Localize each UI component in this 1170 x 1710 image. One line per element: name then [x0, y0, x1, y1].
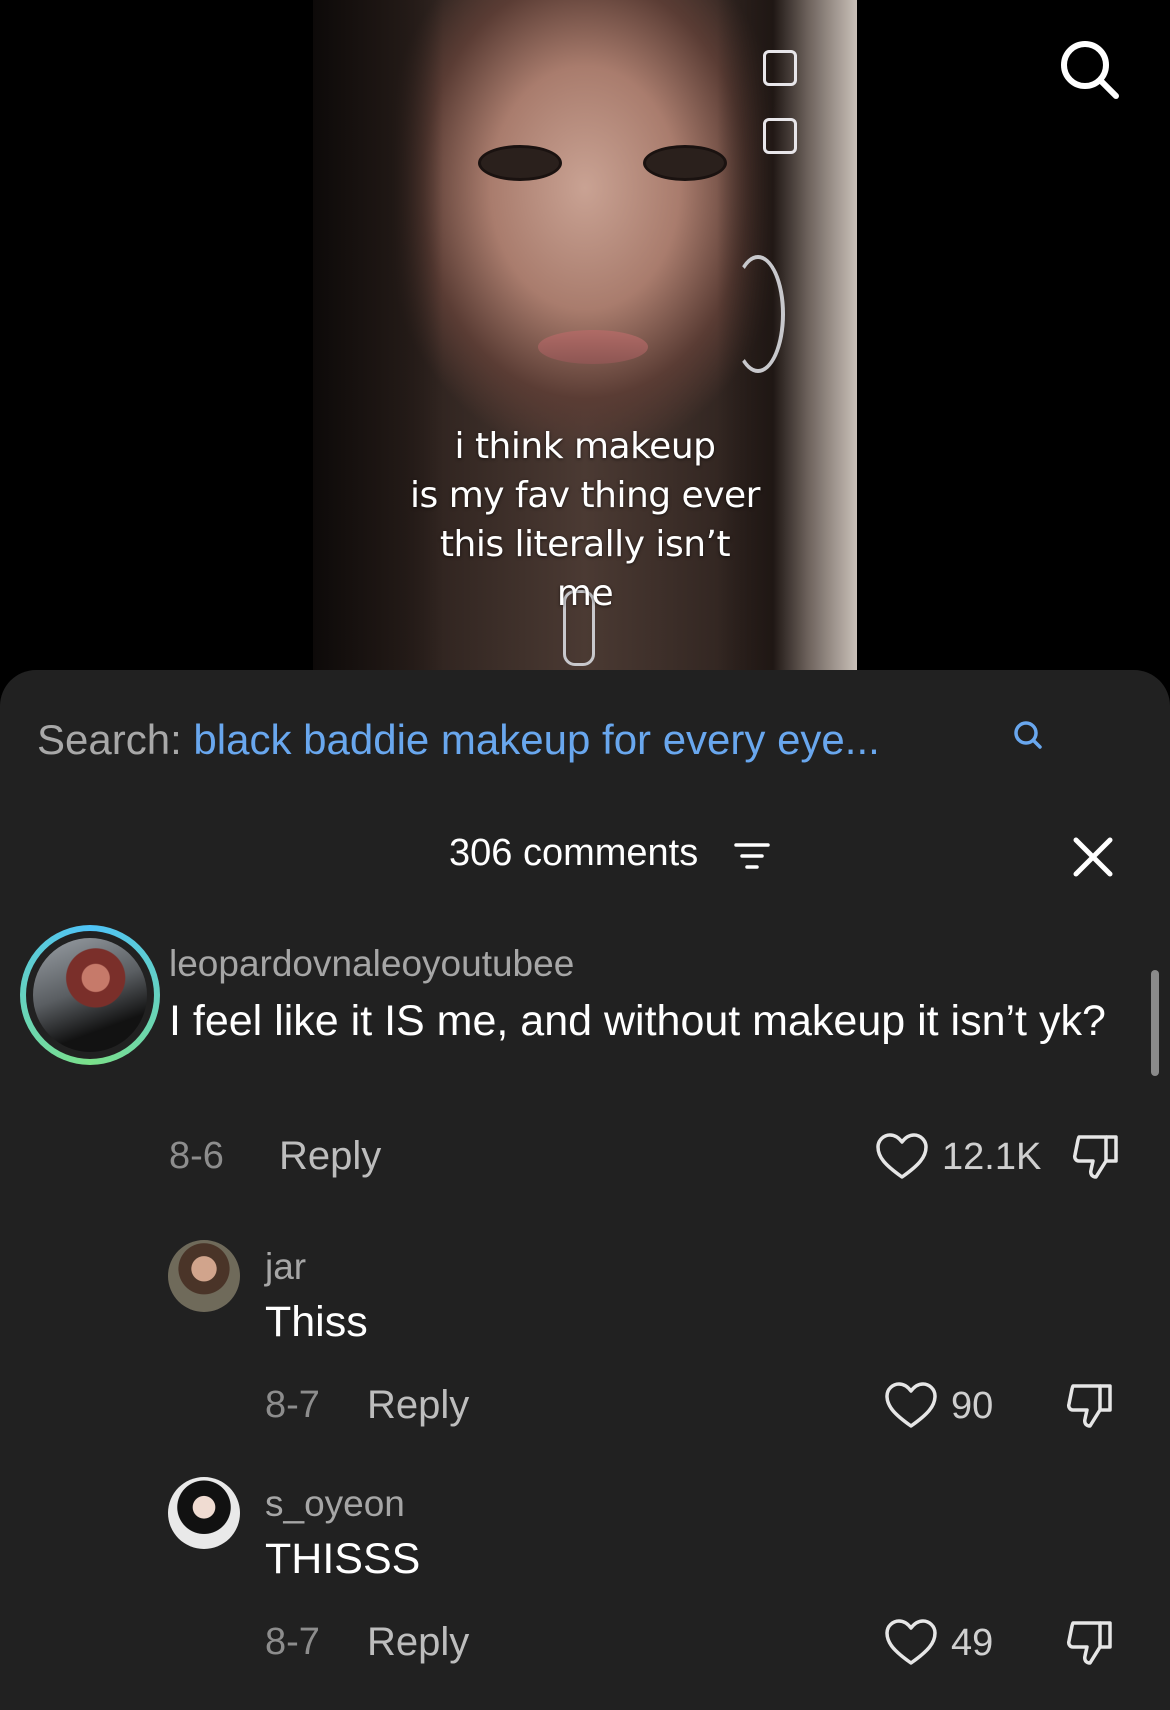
avatar[interactable]: [168, 1240, 240, 1312]
heart-icon[interactable]: [884, 1382, 938, 1430]
search-prefix: Search:: [37, 716, 182, 763]
search-query[interactable]: black baddie makeup for every eye...: [193, 716, 879, 763]
video-eye-left: [478, 145, 562, 181]
reply-button[interactable]: Reply: [367, 1383, 469, 1428]
avatar[interactable]: [168, 1477, 240, 1549]
comment-date: 8-7: [265, 1384, 320, 1426]
search-icon[interactable]: [1054, 34, 1124, 104]
heart-icon[interactable]: [884, 1619, 938, 1667]
comment-text: THISSS: [265, 1535, 421, 1583]
video-hair-clip: [763, 50, 797, 86]
caption-line: is my fav thing ever: [410, 475, 760, 516]
comment-item: leopardovnaleoyoutubee I feel like it IS…: [0, 925, 1170, 1179]
comment-text: Thiss: [265, 1298, 368, 1346]
scrollbar[interactable]: [1151, 970, 1159, 1076]
like-count: 90: [951, 1385, 994, 1427]
dislike-icon[interactable]: [1064, 1617, 1116, 1669]
sort-icon[interactable]: [734, 840, 770, 874]
comments-count: 306 comments: [449, 832, 699, 874]
caption-line: this literally isn’t: [439, 524, 731, 565]
video-earring: [731, 255, 785, 373]
related-search-link[interactable]: Search: black baddie makeup for every ey…: [37, 716, 1137, 776]
video-player[interactable]: i think makeup is my fav thing ever this…: [0, 0, 1170, 680]
close-icon[interactable]: [1068, 832, 1118, 882]
comment-date: 8-6: [169, 1135, 224, 1177]
reply-button[interactable]: Reply: [279, 1134, 381, 1179]
comment-text: I feel like it IS me, and without makeup…: [169, 997, 1106, 1045]
comment-date: 8-7: [265, 1621, 320, 1663]
video-caption: i think makeup is my fav thing ever this…: [313, 422, 857, 618]
comments-header: 306 comments: [0, 832, 1170, 892]
caption-line: me: [556, 573, 614, 614]
comments-sheet: Search: black baddie makeup for every ey…: [0, 670, 1170, 1710]
like-count: 49: [951, 1622, 994, 1664]
avatar[interactable]: [20, 925, 160, 1065]
heart-icon[interactable]: [875, 1133, 929, 1181]
dislike-icon[interactable]: [1070, 1131, 1122, 1183]
comment-reply-item: s_oyeon THISSS 8-7 Reply 49: [0, 1477, 1170, 1677]
comment-username[interactable]: s_oyeon: [265, 1483, 405, 1525]
comment-username[interactable]: jar: [265, 1246, 306, 1288]
video-hair-clip: [763, 118, 797, 154]
video-lips: [538, 330, 648, 364]
caption-line: i think makeup: [454, 426, 717, 467]
like-count: 12.1K: [942, 1136, 1042, 1178]
video-eye-right: [643, 145, 727, 181]
dislike-icon[interactable]: [1064, 1380, 1116, 1432]
reply-button[interactable]: Reply: [367, 1620, 469, 1665]
comment-username[interactable]: leopardovnaleoyoutubee: [169, 943, 574, 985]
search-icon[interactable]: [1009, 716, 1049, 756]
comment-reply-item: jar Thiss 8-7 Reply 90: [0, 1240, 1170, 1440]
